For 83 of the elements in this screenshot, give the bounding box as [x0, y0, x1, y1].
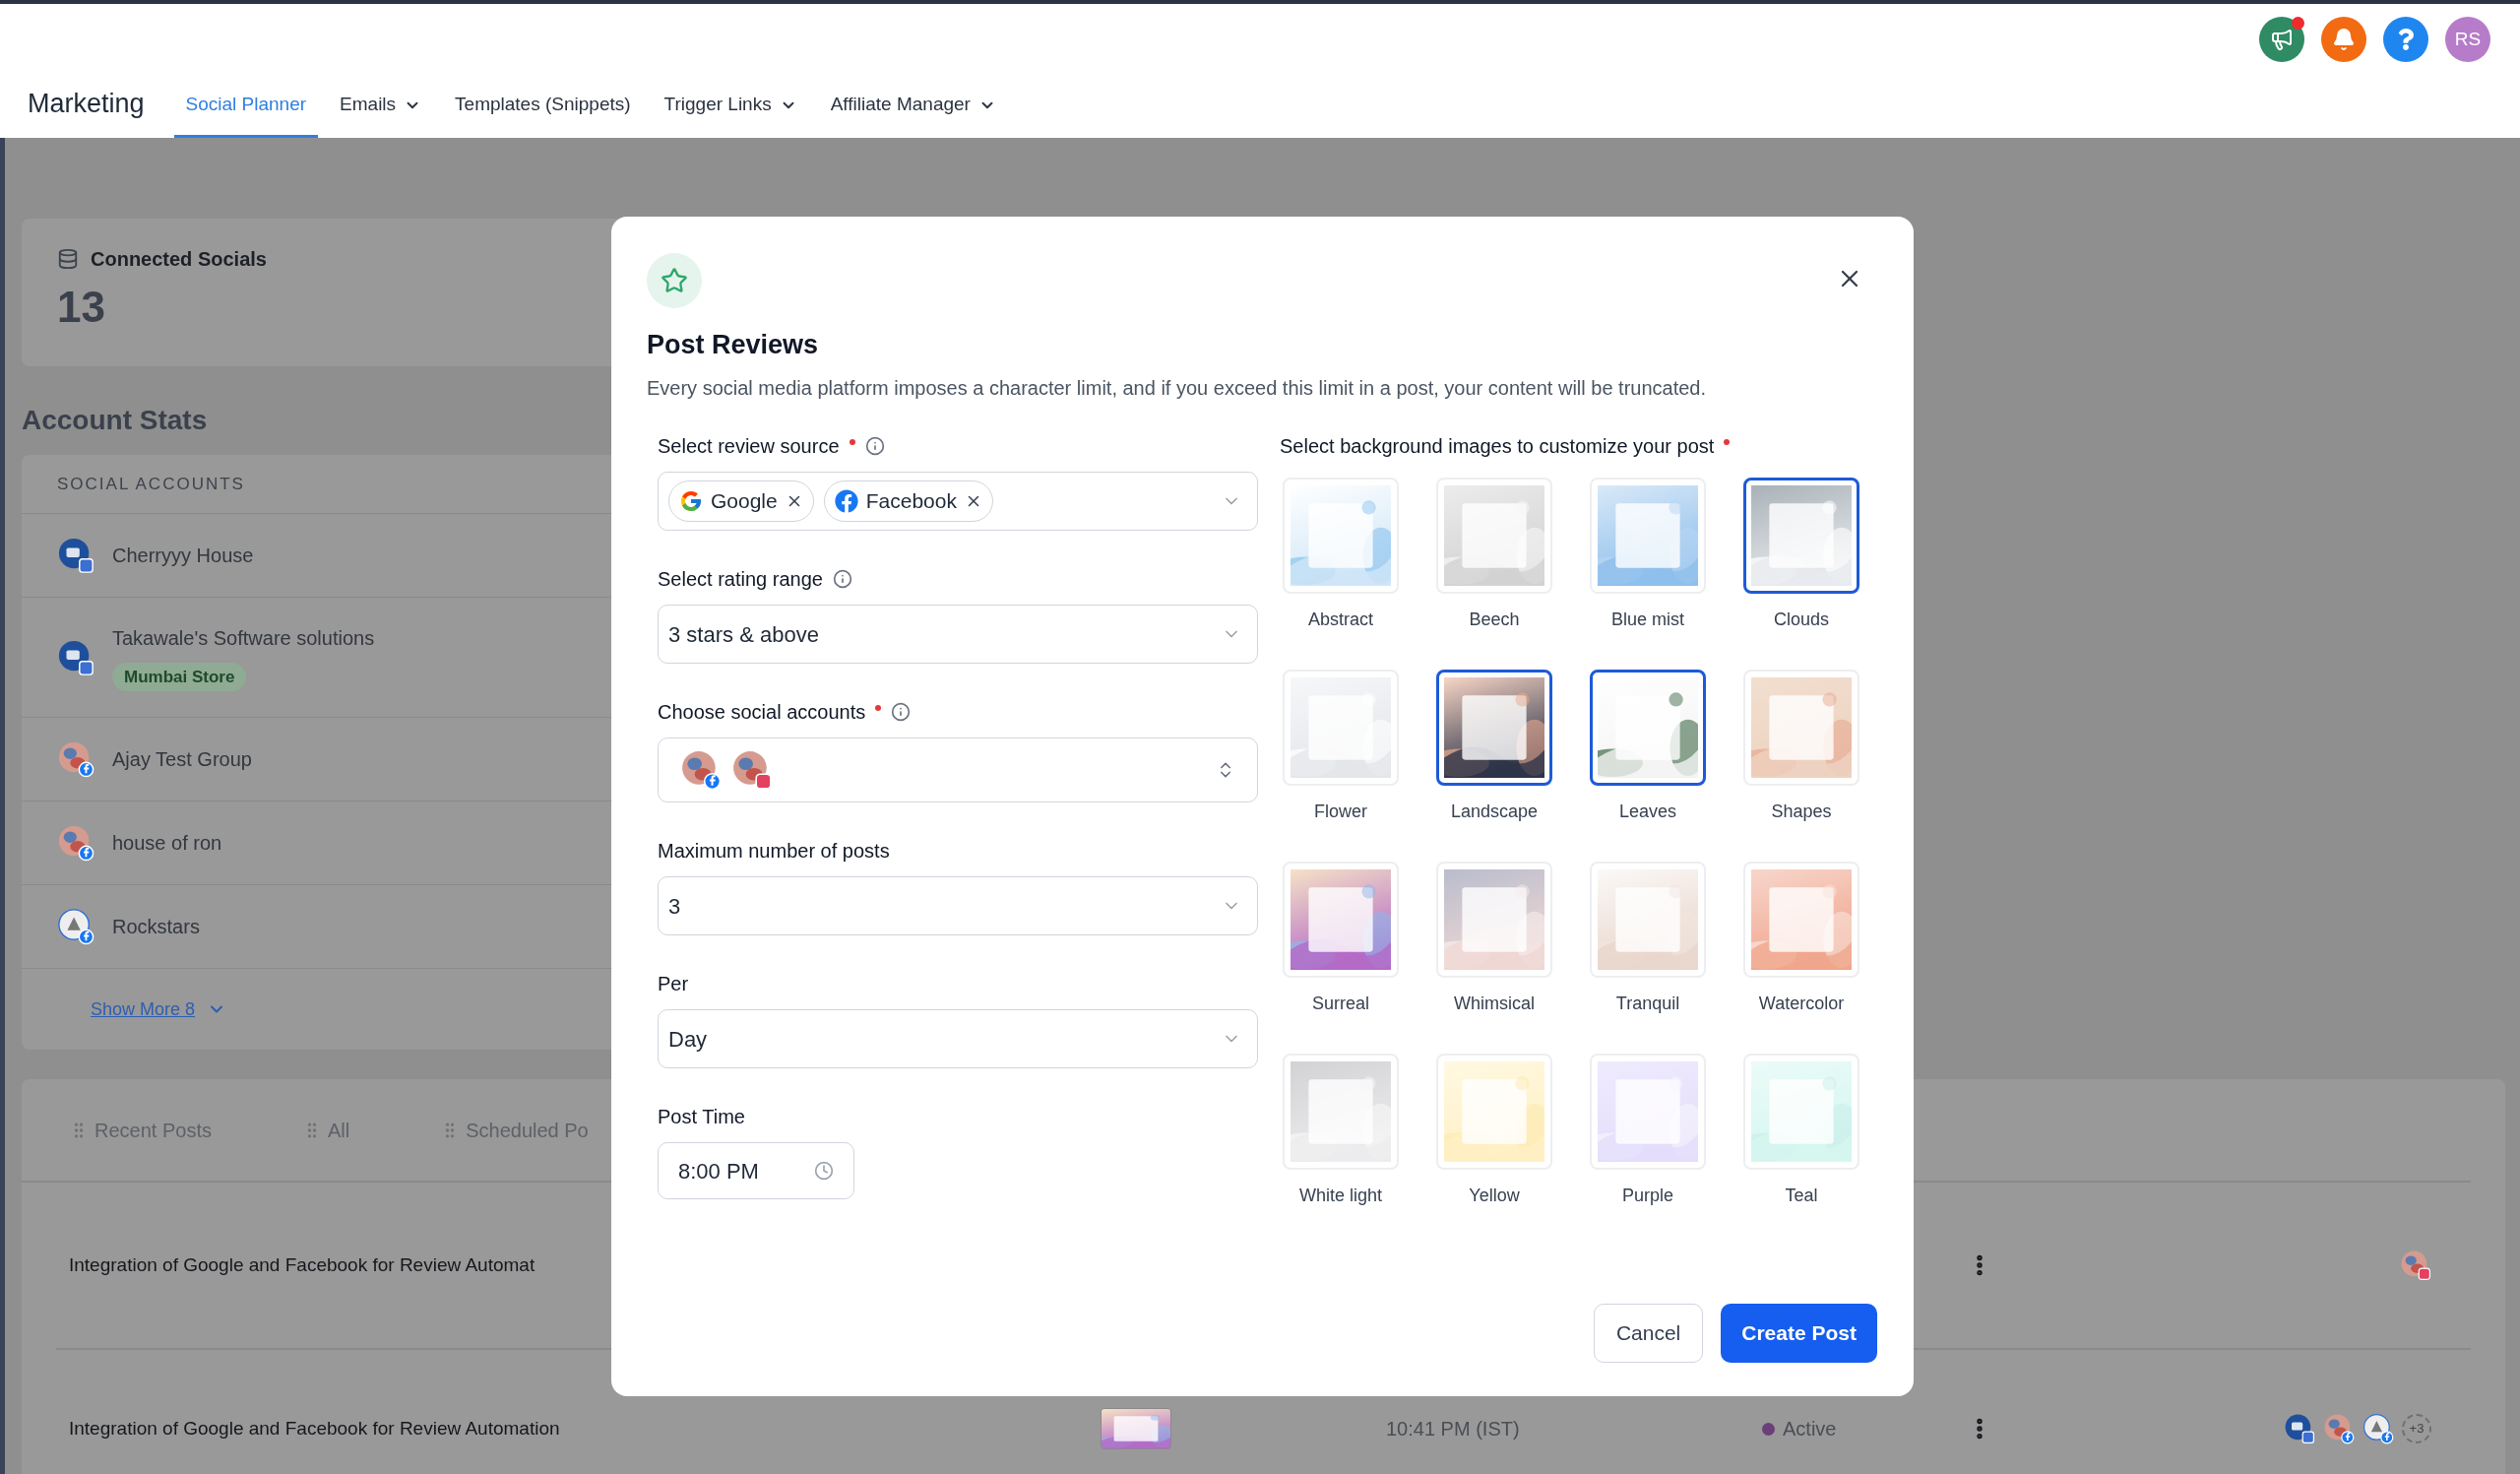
account-name: house of ron	[112, 831, 222, 856]
tile-label: Surreal	[1312, 993, 1369, 1015]
google-icon	[679, 489, 703, 513]
nav-tab[interactable]: Affiliate Manager	[818, 75, 1008, 138]
tile-label: Teal	[1785, 1185, 1818, 1207]
post-time: 10:41 PM (IST)	[1386, 1418, 1520, 1440]
review-source-select[interactable]: Google Facebook	[658, 472, 1258, 531]
tile-label: Beech	[1469, 609, 1520, 631]
database-icon	[57, 248, 79, 270]
stat-label: Connected Socials	[91, 247, 267, 272]
select-field[interactable]: Day	[658, 1009, 1258, 1068]
help-button[interactable]	[2383, 17, 2428, 62]
dialog-description: Every social media platform imposes a character limit, and if you exceed this limit in a post, your content will be truncated.	[647, 376, 1708, 401]
column-header: SOCIAL ACCOUNTS	[57, 473, 245, 495]
bell-icon	[2332, 28, 2356, 51]
tile-label: Abstract	[1308, 609, 1373, 631]
section-title: Account Stats	[22, 404, 209, 437]
tile-label: Landscape	[1450, 801, 1539, 823]
notifications-button[interactable]	[2321, 17, 2366, 62]
nav-tab[interactable]: Templates (Snippets)	[443, 75, 643, 138]
background-tile[interactable]	[1590, 670, 1706, 786]
info-icon[interactable]	[864, 436, 885, 456]
tile-label: Clouds	[1774, 609, 1829, 631]
account-name: Ajay Test Group	[112, 747, 252, 772]
tile-label: Leaves	[1618, 801, 1676, 823]
tile-label: Yellow	[1469, 1185, 1520, 1207]
tile-label: Purple	[1622, 1185, 1673, 1207]
page-title: Marketing	[28, 87, 145, 120]
stat-value: 13	[57, 282, 105, 333]
cancel-button[interactable]: Cancel	[1593, 1304, 1704, 1363]
post-title: Integration of Google and Facebook for Review Automat	[69, 1252, 536, 1277]
field-label: Per	[658, 972, 689, 996]
field-label: Maximum number of posts	[658, 839, 890, 864]
tile-label: Shapes	[1771, 801, 1832, 823]
announcements-button[interactable]	[2259, 17, 2304, 62]
background-tile[interactable]	[1436, 670, 1552, 786]
tile-label: Whimsical	[1454, 993, 1535, 1015]
field-label: Select rating range	[658, 567, 823, 592]
store-tag: Mumbai Store	[112, 662, 247, 692]
accounts-select[interactable]	[658, 737, 1258, 802]
field-label: Select review source	[658, 434, 840, 459]
post-title: Integration of Google and Facebook for Review Automation	[69, 1416, 561, 1441]
tile-label: Tranquil	[1615, 993, 1680, 1015]
account-avatar	[2400, 1250, 2431, 1281]
account-avatar	[2284, 1413, 2315, 1444]
tile-label: White light	[1298, 1185, 1382, 1207]
account-avatar	[57, 824, 94, 862]
required-mark	[875, 705, 882, 711]
megaphone-icon	[2270, 28, 2294, 51]
account-avatar	[57, 908, 94, 945]
star-icon	[661, 267, 688, 294]
field-label: Post Time	[658, 1105, 745, 1129]
account-avatar	[57, 537, 94, 574]
account-avatar	[2362, 1413, 2394, 1444]
field-label: Select background images to customize your post	[1280, 434, 1715, 459]
nav-tab[interactable]: Emails	[328, 75, 434, 138]
facebook-icon	[834, 489, 858, 513]
account-avatar	[731, 749, 773, 791]
info-icon[interactable]	[832, 569, 852, 589]
time-field[interactable]: 8:00 PM	[658, 1142, 854, 1199]
tile-label: Blue mist	[1611, 609, 1684, 631]
info-icon[interactable]	[891, 702, 912, 722]
background-tile[interactable]	[1743, 478, 1859, 594]
account-name: Rockstars	[112, 915, 200, 939]
nav-tab[interactable]: Trigger Links	[652, 75, 809, 138]
required-mark	[1724, 439, 1731, 445]
tile-label: Watercolor	[1758, 993, 1845, 1015]
tile-label: Flower	[1314, 801, 1367, 823]
select-field[interactable]: 3	[658, 876, 1258, 935]
account-avatar	[57, 740, 94, 778]
select-field[interactable]: 3 stars & above	[658, 605, 1258, 664]
post-status: Active	[1783, 1417, 1837, 1442]
clock-icon	[814, 1161, 834, 1181]
account-avatar	[680, 749, 722, 791]
field-label: Choose social accounts	[658, 700, 866, 725]
account-avatar	[2323, 1413, 2355, 1444]
account-name: Takawale's Software solutions	[112, 625, 375, 651]
required-mark	[849, 439, 855, 445]
create-post-button[interactable]: Create Post	[1721, 1304, 1877, 1363]
more-accounts-badge: +3	[2402, 1414, 2431, 1443]
account-name: Cherryyy House	[112, 544, 254, 568]
dialog-title: Post Reviews	[647, 329, 820, 360]
account-avatar	[57, 638, 94, 676]
